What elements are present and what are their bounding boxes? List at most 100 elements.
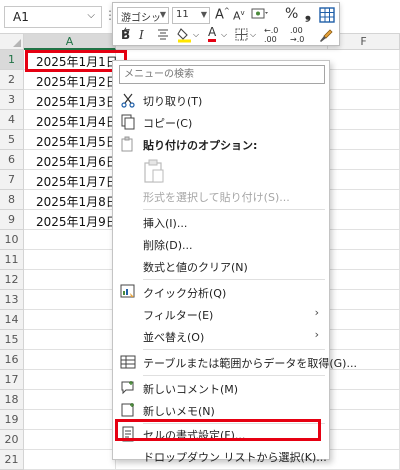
row-header[interactable]: 1 [0,50,24,70]
menu-item-delete[interactable]: 削除(D)... [113,233,329,255]
percent-style-icon[interactable]: % [285,6,298,22]
paste-clipboard-icon[interactable] [143,159,165,186]
row-header[interactable]: 11 [0,250,24,270]
name-box[interactable]: A1 ⌵ [4,6,102,28]
row-header[interactable]: 21 [0,450,24,470]
menu-item-label: フィルター(E) [143,309,214,322]
row-header[interactable]: 3 [0,90,24,110]
cell-a7[interactable]: 2025年1月7日 [24,170,118,190]
cell-a19[interactable] [24,410,116,430]
select-all-button[interactable] [0,34,24,50]
row-header[interactable]: 6 [0,150,24,170]
decrease-font-icon[interactable]: Av [233,9,245,23]
row-header[interactable]: 15 [0,330,24,350]
cell-a11[interactable] [24,250,116,270]
menu-item-new-comment[interactable]: 新しいコメント(M) [113,377,329,399]
menu-separator [143,349,325,350]
menu-item-filter[interactable]: フィルター(E) › [113,303,329,325]
clipboard-icon [120,136,136,152]
number-format-icon[interactable] [251,7,269,24]
cell-value: 2025年1月4日 [36,115,118,129]
cell-a18[interactable] [24,390,116,410]
menu-item-label: セルの書式設定(F)... [143,429,246,442]
row-header[interactable]: 12 [0,270,24,290]
scissors-icon [120,92,136,108]
font-color-icon[interactable]: A [208,26,217,42]
cell-a9[interactable]: 2025年1月9日 [24,210,118,230]
menu-item-quick-analysis[interactable]: クイック分析(Q) [113,281,329,303]
cell-value: 2025年1月1日 [36,55,118,69]
menu-item-sort[interactable]: 並べ替え(O) › [113,325,329,347]
chevron-down-icon[interactable]: ⌵ [221,30,227,40]
row-header[interactable]: 16 [0,350,24,370]
borders-icon[interactable] [235,28,248,44]
row-header[interactable]: 10 [0,230,24,250]
font-name-select[interactable]: 游ゴシック ▼ [117,7,169,39]
format-cells-icon [120,426,136,442]
row-header[interactable]: 2 [0,70,24,90]
cell-value: 2025年1月6日 [36,155,118,169]
chevron-down-icon[interactable]: ⌵ [250,30,256,40]
row-header[interactable]: 9 [0,210,24,230]
cell-a8[interactable]: 2025年1月8日 [24,190,118,210]
row-header[interactable]: 13 [0,290,24,310]
increase-font-icon[interactable]: A^ [215,7,230,22]
row-header[interactable]: 14 [0,310,24,330]
row-header[interactable]: 5 [0,130,24,150]
cell-value: 2025年1月5日 [36,135,118,149]
italic-button[interactable]: I [139,28,144,42]
menu-search-input[interactable] [119,65,325,84]
cell-a13[interactable] [24,290,116,310]
column-header-a[interactable]: A [24,34,116,50]
cell-a17[interactable] [24,370,116,390]
menu-item-insert[interactable]: 挿入(I)... [113,211,329,233]
decrease-decimal-icon[interactable]: .00 →.0 [290,26,304,44]
menu-item-format-cells[interactable]: セルの書式設定(F)... [113,423,329,445]
increase-font-label: A [215,7,224,23]
row-header[interactable]: 4 [0,110,24,130]
fill-color-icon[interactable] [177,27,193,46]
cell-a5[interactable]: 2025年1月5日 [24,130,118,150]
chevron-down-icon[interactable]: ⌵ [87,10,95,21]
cell-a1[interactable]: 2025年1月1日 [24,50,118,70]
cell-a12[interactable] [24,270,116,290]
align-center-icon[interactable] [157,28,169,43]
menu-item-cut[interactable]: 切り取り(T) [113,89,329,111]
decrease-decimal-label: .0 [296,35,305,44]
cell-a16[interactable] [24,350,116,370]
table-icon [120,354,136,370]
font-size-select[interactable]: 11 ▼ [172,7,210,24]
menu-item-clear[interactable]: 数式と値のクリア(N) [113,255,329,277]
context-menu: 切り取り(T) コピー(C) 貼り付けのオプション: 形式を選択して貼り付け(S… [112,60,357,464]
cell-a15[interactable] [24,330,116,350]
bold-button[interactable]: B [121,28,130,42]
row-header[interactable]: 18 [0,390,24,410]
cell-value: 2025年1月7日 [36,175,118,189]
row-header[interactable]: 8 [0,190,24,210]
menu-item-label: 挿入(I)... [143,217,188,230]
format-painter-icon[interactable] [318,27,334,46]
menu-item-get-data[interactable]: テーブルまたは範囲からデータを取得(G)... [113,351,357,373]
cell-a2[interactable]: 2025年1月2日 [24,70,118,90]
cell-a3[interactable]: 2025年1月3日 [24,90,118,110]
row-header[interactable]: 20 [0,430,24,450]
menu-item-copy[interactable]: コピー(C) [113,111,329,133]
row-header[interactable]: 7 [0,170,24,190]
comma-style-icon[interactable]: ❟ [305,5,311,23]
row-header[interactable]: 19 [0,410,24,430]
copy-icon [120,114,136,130]
cell-a10[interactable] [24,230,116,250]
menu-item-dropdown-list[interactable]: ドロップダウン リストから選択(K)... [113,445,329,467]
cell-a14[interactable] [24,310,116,330]
menu-item-new-note[interactable]: 新しいメモ(N) [113,399,329,421]
cell-a21[interactable] [24,450,116,470]
menu-item-paste-special[interactable]: 形式を選択して貼り付け(S)... [113,185,329,207]
cell-a4[interactable]: 2025年1月4日 [24,110,118,130]
menu-item-label: 形式を選択して貼り付け(S)... [143,191,290,204]
chevron-down-icon[interactable]: ⌵ [193,30,199,40]
cell-a6[interactable]: 2025年1月6日 [24,150,118,170]
increase-decimal-icon[interactable]: ←.0.00 [264,26,278,44]
row-header[interactable]: 17 [0,370,24,390]
cell-a20[interactable] [24,430,116,450]
format-table-icon[interactable] [319,7,335,26]
